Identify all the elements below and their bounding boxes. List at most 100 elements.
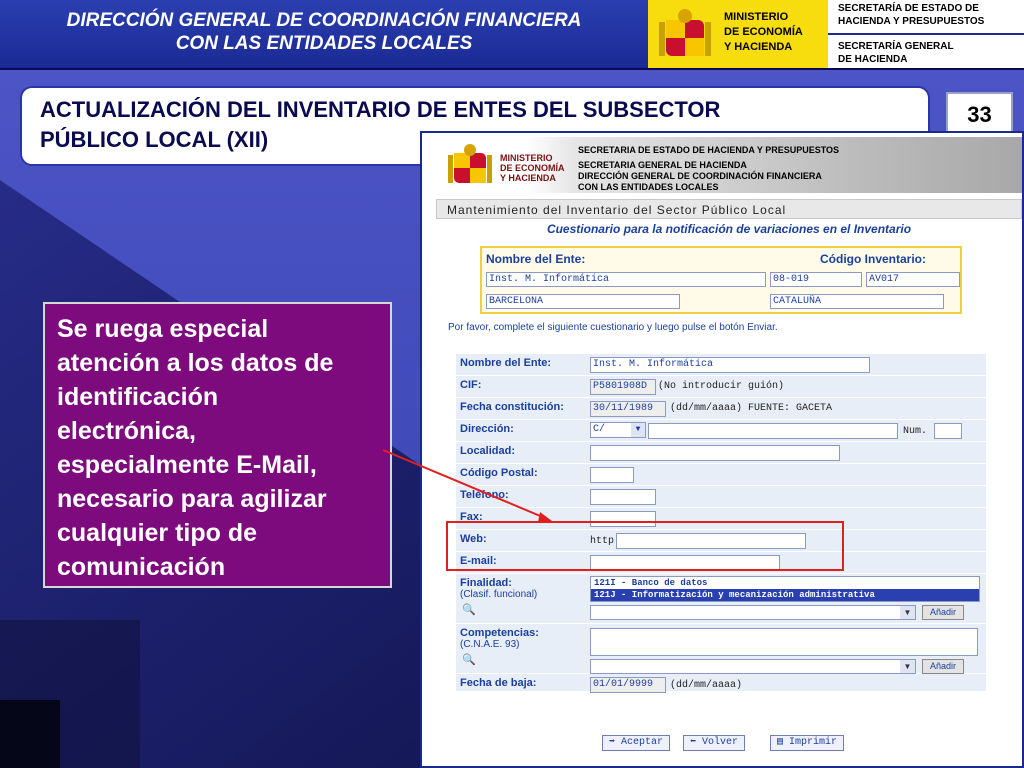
secretariat-block: SECRETARÍA DE ESTADO DE HACIENDA Y PRESU… [828,0,1024,68]
arrow-right-icon: ➡ [609,737,622,748]
list-item[interactable]: 121I - Banco de datos [591,577,979,589]
app-org-text: SECRETARIA GENERAL DE HACIENDA [578,160,747,170]
search-icon[interactable]: 🔍 [462,653,476,666]
note-line: necesario para agilizar [57,485,327,513]
finalidad-list[interactable]: 121I - Banco de datos 121J - Informatiza… [590,576,980,602]
note-line: especialmente E-Mail, [57,451,317,479]
header-title: DIRECCIÓN GENERAL DE COORDINACIÓN FINANC… [0,0,648,68]
localidad-label: Localidad: [460,445,516,457]
printer-icon: ▤ [777,737,790,748]
fecha-constitucion-label: Fecha constitución: [460,401,564,413]
back-button[interactable]: ⬅ Volver [683,735,746,751]
arrow-left-icon: ⬅ [690,737,703,748]
ministry-text: MINISTERIO [724,11,789,23]
note-line: electrónica, [57,417,196,445]
questionnaire-title: Cuestionario para la notificación de var… [546,222,912,236]
inventory-code-label: Código Inventario: [820,252,926,266]
header-title-line: DIRECCIÓN GENERAL DE COORDINACIÓN FINANC… [66,10,582,31]
competencias-label: Competencias: [460,627,539,639]
form-row-direccion: Dirección: C/ ▼ Num. [456,420,986,442]
finalidad-select[interactable]: ▼ [590,605,916,620]
app-section-title: Mantenimiento del Inventario del Sector … [436,199,1022,219]
inventory-code-field-2[interactable]: AV017 [866,272,960,287]
coat-of-arms-icon [659,9,711,56]
print-button[interactable]: ▤ Imprimir [770,735,845,751]
competencias-sub-label: (C.N.A.E. 93) [460,639,520,650]
fecha-baja-label: Fecha de baja: [460,677,537,689]
entity-name-field[interactable]: Inst. M. Informática [486,272,766,287]
print-label: Imprimir [789,737,838,748]
web-email-highlight [446,521,844,571]
inventory-code-field-1[interactable]: 08-019 [770,272,862,287]
note-line: Se ruega especial [57,315,269,343]
fecha-constitucion-input[interactable]: 30/11/1989 [590,401,666,417]
divider [828,33,1024,35]
note-line: identificación [57,383,219,411]
ministry-text: Y HACIENDA [724,41,793,53]
telefono-input[interactable] [590,489,656,505]
direccion-input[interactable] [648,423,898,439]
form-row-localidad: Localidad: [456,442,986,464]
secretariat-text: SECRETARÍA DE ESTADO DE [838,3,979,14]
back-label: Volver [702,737,739,748]
search-icon[interactable]: 🔍 [462,603,476,616]
add-competencia-button[interactable]: Añadir [922,659,964,674]
accept-button[interactable]: ➡ Aceptar [602,735,671,751]
community-field[interactable]: CATALUÑA [770,294,944,309]
app-header: MINISTERIO DE ECONOMÍA Y HACIENDA SECRET… [432,137,1022,193]
cif-hint: (No introducir guión) [658,381,785,392]
fecha-baja-hint: (dd/mm/aaaa) [670,680,743,691]
ministry-text: DE ECONOMÍA [724,26,803,38]
app-org-text: DIRECCIÓN GENERAL DE COORDINACIÓN FINANC… [578,171,822,181]
app-ministry-text: MINISTERIO [500,153,553,163]
province-field[interactable]: BARCELONA [486,294,680,309]
callout-note: Se ruega especial atención a los datos d… [43,302,392,588]
form-row-finalidad: Finalidad: (Clasif. funcional) 🔍 121I - … [456,574,986,624]
instructions-text: Por favor, complete el siguiente cuestio… [448,322,778,333]
note-line: atención a los datos de [57,349,334,377]
fecha-baja-input[interactable]: 01/01/9999 [590,677,666,693]
add-finalidad-button[interactable]: Añadir [922,605,964,620]
slide-title-line: ACTUALIZACIÓN DEL INVENTARIO DE ENTES DE… [40,97,721,122]
accept-label: Aceptar [621,737,664,748]
cif-label: CIF: [460,379,482,391]
note-line: cualquier tipo de [57,519,258,547]
secretariat-text: SECRETARÍA GENERAL [838,41,954,52]
form-row-nombre: Nombre del Ente: Inst. M. Informática [456,354,986,376]
app-screenshot-panel: MINISTERIO DE ECONOMÍA Y HACIENDA SECRET… [420,131,1024,768]
app-ministry-text: Y HACIENDA [500,173,556,183]
codigo-postal-input[interactable] [590,467,634,483]
app-ministry-text: DE ECONOMÍA [500,163,565,173]
chevron-down-icon: ▼ [900,660,915,673]
localidad-input[interactable] [590,445,840,461]
list-item[interactable]: 121J - Informatización y mecanización ad… [591,589,979,601]
header-title-line: CON LAS ENTIDADES LOCALES [175,33,473,54]
finalidad-label: Finalidad: [460,577,512,589]
competencias-list[interactable] [590,628,978,656]
app-org-text: CON LAS ENTIDADES LOCALES [578,182,719,192]
street-type-select[interactable]: C/ ▼ [590,422,646,438]
note-line: comunicación [57,553,226,581]
header-banner: DIRECCIÓN GENERAL DE COORDINACIÓN FINANC… [0,0,1024,70]
chevron-down-icon: ▼ [900,606,915,619]
fecha-hint: (dd/mm/aaaa) FUENTE: GACETA [670,403,833,414]
secretariat-text: HACIENDA Y PRESUPUESTOS [838,16,985,27]
form-row-fecha: Fecha constitución: 30/11/1989 (dd/mm/aa… [456,398,986,420]
form-row-competencias: Competencias: (C.N.A.E. 93) 🔍 ▼ Añadir [456,624,986,674]
form-row-baja: Fecha de baja: 01/01/9999 (dd/mm/aaaa) [456,674,986,698]
num-input[interactable] [934,423,962,439]
entity-identification-box: Nombre del Ente: Código Inventario: Inst… [480,246,962,314]
direccion-label: Dirección: [460,423,514,435]
chevron-down-icon: ▼ [631,423,645,437]
finalidad-sub-label: (Clasif. funcional) [460,589,538,600]
nombre-label: Nombre del Ente: [460,357,552,369]
competencias-select[interactable]: ▼ [590,659,916,674]
app-org-text: SECRETARIA DE ESTADO DE HACIENDA Y PRESU… [578,145,840,155]
num-label: Num. [903,426,928,437]
coat-of-arms-icon [448,144,492,183]
secretariat-text: DE HACIENDA [838,54,908,65]
cif-input[interactable]: P5801908D [590,379,656,395]
form-row-cif: CIF: P5801908D (No introducir guión) [456,376,986,398]
telefono-label: Teléfono: [460,489,509,501]
nombre-input[interactable]: Inst. M. Informática [590,357,870,373]
